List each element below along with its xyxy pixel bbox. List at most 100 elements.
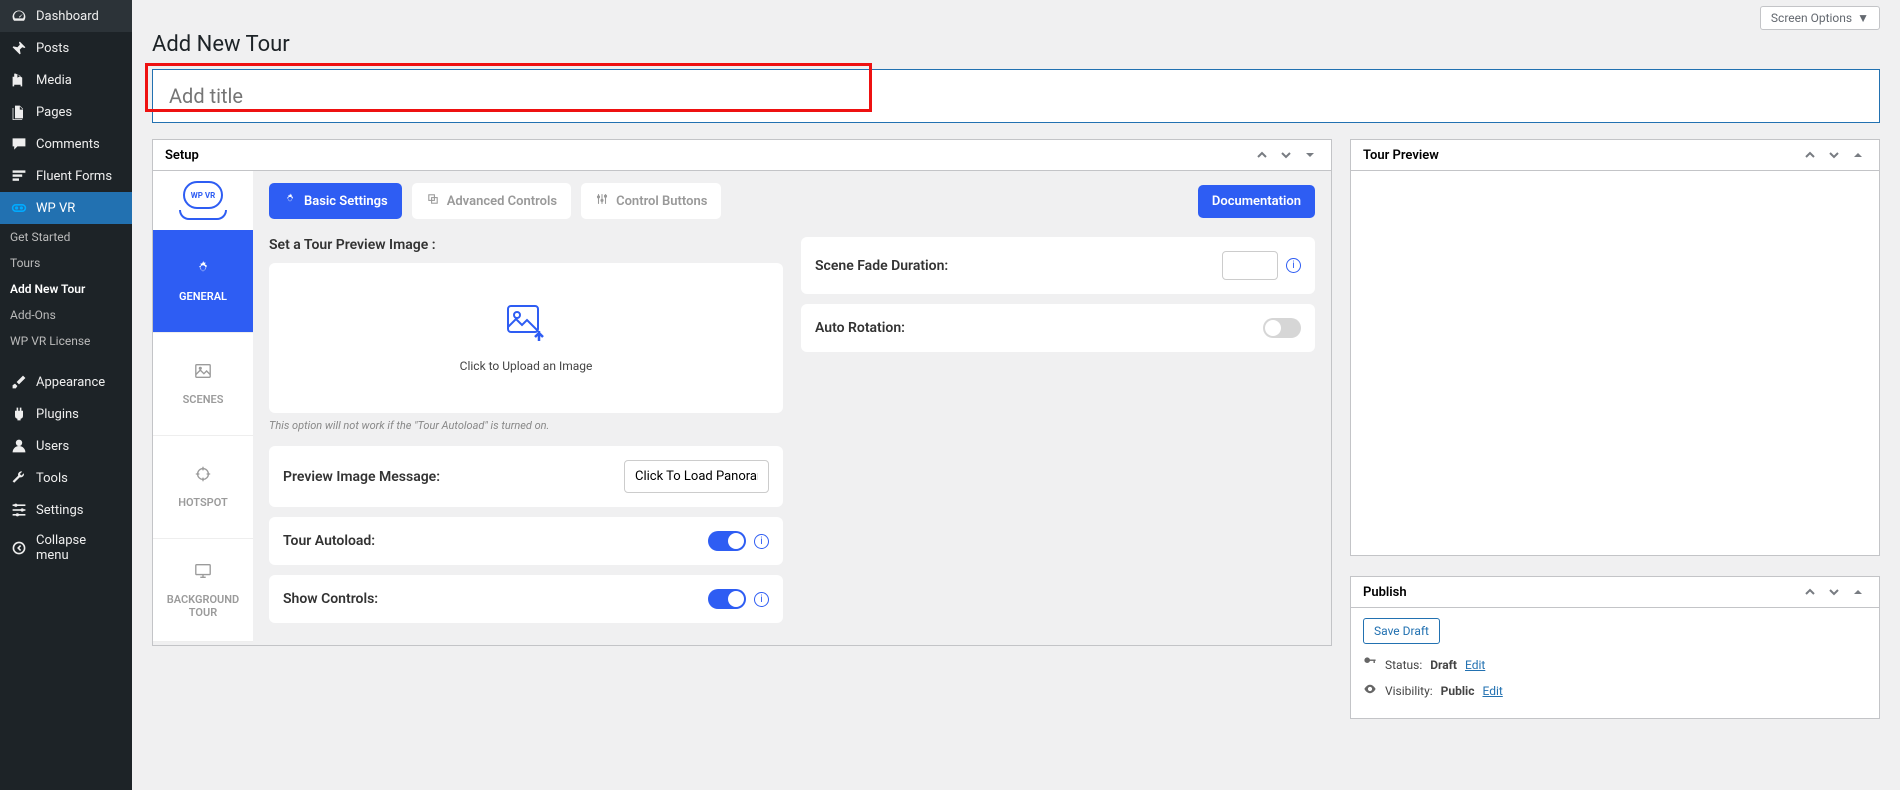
status-edit-link[interactable]: Edit — [1465, 658, 1485, 672]
panel-down-icon[interactable] — [1277, 146, 1295, 164]
upload-image-icon — [505, 303, 547, 345]
sidebar-item-pages[interactable]: Pages — [0, 96, 132, 128]
visibility-value: Public — [1441, 684, 1475, 698]
sidebar-item-users[interactable]: Users — [0, 430, 132, 462]
setup-panel: Setup — [152, 139, 1332, 646]
eye-icon — [1363, 682, 1377, 700]
vtab-background-tour[interactable]: BACKGROUND TOUR — [153, 539, 253, 642]
sidebar-item-plugins[interactable]: Plugins — [0, 398, 132, 430]
sidebar-item-posts[interactable]: Posts — [0, 32, 132, 64]
sidebar-item-tools[interactable]: Tools — [0, 462, 132, 494]
vtab-scenes[interactable]: SCENES — [153, 333, 253, 436]
vertical-tabs: WP VR GENERAL — [153, 171, 253, 645]
sidebar-sub-add-new-tour[interactable]: Add New Tour — [0, 276, 132, 302]
documentation-button[interactable]: Documentation — [1198, 185, 1315, 218]
title-wrapper — [152, 69, 1880, 123]
info-icon[interactable]: i — [754, 592, 769, 607]
gauge-icon — [10, 7, 28, 25]
tour-preview-panel: Tour Preview — [1350, 139, 1880, 556]
sidebar-item-comments[interactable]: Comments — [0, 128, 132, 160]
admin-sidebar: Dashboard Posts Media Pages Comments Flu… — [0, 0, 132, 790]
autoload-toggle[interactable] — [708, 531, 746, 551]
auto-rotation-toggle[interactable] — [1263, 318, 1301, 338]
button-label: Basic Settings — [304, 194, 388, 209]
brush-icon — [10, 373, 28, 391]
control-buttons-button[interactable]: Control Buttons — [581, 183, 721, 219]
visibility-label: Visibility: — [1385, 684, 1433, 698]
button-label: Control Buttons — [616, 194, 707, 209]
vtab-general[interactable]: GENERAL — [153, 230, 253, 333]
sidebar-sub-addons[interactable]: Add-Ons — [0, 302, 132, 328]
basic-settings-button[interactable]: Basic Settings — [269, 183, 402, 219]
autoload-card: Tour Autoload: i — [269, 517, 783, 565]
advanced-controls-button[interactable]: Advanced Controls — [412, 183, 571, 219]
save-draft-button[interactable]: Save Draft — [1363, 618, 1440, 644]
user-icon — [10, 437, 28, 455]
sidebar-label: Plugins — [36, 407, 79, 422]
preview-message-input[interactable] — [624, 460, 769, 493]
autoload-label: Tour Autoload: — [283, 533, 375, 549]
sidebar-label: Users — [36, 439, 69, 454]
fade-duration-card: Scene Fade Duration: i — [801, 237, 1315, 294]
fade-duration-input[interactable] — [1222, 251, 1278, 280]
sidebar-item-fluent-forms[interactable]: Fluent Forms — [0, 160, 132, 192]
plug-icon — [10, 405, 28, 423]
wrench-icon — [10, 469, 28, 487]
panel-up-icon[interactable] — [1801, 146, 1819, 164]
panel-down-icon[interactable] — [1825, 583, 1843, 601]
sidebar-label: Dashboard — [36, 9, 99, 24]
sliders-icon — [10, 501, 28, 519]
panel-up-icon[interactable] — [1801, 583, 1819, 601]
sidebar-sub-get-started[interactable]: Get Started — [0, 224, 132, 250]
tour-preview-body — [1351, 171, 1879, 555]
image-icon — [194, 362, 212, 385]
show-controls-toggle[interactable] — [708, 589, 746, 609]
tour-preview-header: Tour Preview — [1351, 140, 1879, 171]
show-controls-label: Show Controls: — [283, 591, 378, 607]
info-icon[interactable]: i — [754, 534, 769, 549]
panel-title: Tour Preview — [1363, 148, 1439, 163]
pin-icon — [10, 39, 28, 57]
sidebar-item-appearance[interactable]: Appearance — [0, 366, 132, 398]
sidebar-item-dashboard[interactable]: Dashboard — [0, 0, 132, 32]
sidebar-label: Media — [36, 73, 72, 88]
main-content: Screen Options ▼ Add New Tour Setup — [132, 0, 1900, 790]
panel-down-icon[interactable] — [1825, 146, 1843, 164]
status-value: Draft — [1430, 658, 1457, 672]
sidebar-sub-license[interactable]: WP VR License — [0, 328, 132, 354]
info-icon[interactable]: i — [1286, 258, 1301, 273]
sidebar-sub-tours[interactable]: Tours — [0, 250, 132, 276]
sidebar-item-media[interactable]: Media — [0, 64, 132, 96]
panel-toggle-icon[interactable] — [1301, 146, 1319, 164]
panel-up-icon[interactable] — [1253, 146, 1271, 164]
hint-text: This option will not work if the "Tour A… — [269, 419, 783, 432]
monitor-icon — [194, 562, 212, 585]
layers-icon — [426, 192, 440, 210]
panel-toggle-icon[interactable] — [1849, 583, 1867, 601]
sidebar-item-wpvr[interactable]: WP VR — [0, 192, 132, 224]
sidebar-label: Posts — [36, 41, 69, 56]
sidebar-label: Appearance — [36, 375, 105, 390]
wpvr-arc-icon — [179, 210, 227, 220]
media-icon — [10, 71, 28, 89]
panel-controls — [1801, 583, 1867, 601]
publish-body: Save Draft Status: Draft Edit Visibil — [1351, 608, 1879, 718]
sidebar-label: Fluent Forms — [36, 169, 112, 184]
screen-options-button[interactable]: Screen Options ▼ — [1760, 6, 1880, 30]
vtab-hotspot[interactable]: HOTSPOT — [153, 436, 253, 539]
auto-rotation-card: Auto Rotation: — [801, 304, 1315, 352]
gear-icon — [194, 259, 212, 282]
sidebar-item-settings[interactable]: Settings — [0, 494, 132, 526]
sidebar-label: Comments — [36, 137, 100, 152]
screen-options-label: Screen Options — [1771, 11, 1852, 25]
wpvr-icon — [10, 199, 28, 217]
upload-card[interactable]: Click to Upload an Image — [269, 263, 783, 413]
visibility-edit-link[interactable]: Edit — [1482, 684, 1502, 698]
top-bar: Screen Options ▼ — [152, 0, 1880, 30]
panel-toggle-icon[interactable] — [1849, 146, 1867, 164]
visibility-row: Visibility: Public Edit — [1363, 682, 1867, 700]
panel-title: Publish — [1363, 585, 1407, 600]
title-input[interactable] — [152, 69, 1880, 123]
comments-icon — [10, 135, 28, 153]
sidebar-item-collapse[interactable]: Collapse menu — [0, 526, 132, 570]
